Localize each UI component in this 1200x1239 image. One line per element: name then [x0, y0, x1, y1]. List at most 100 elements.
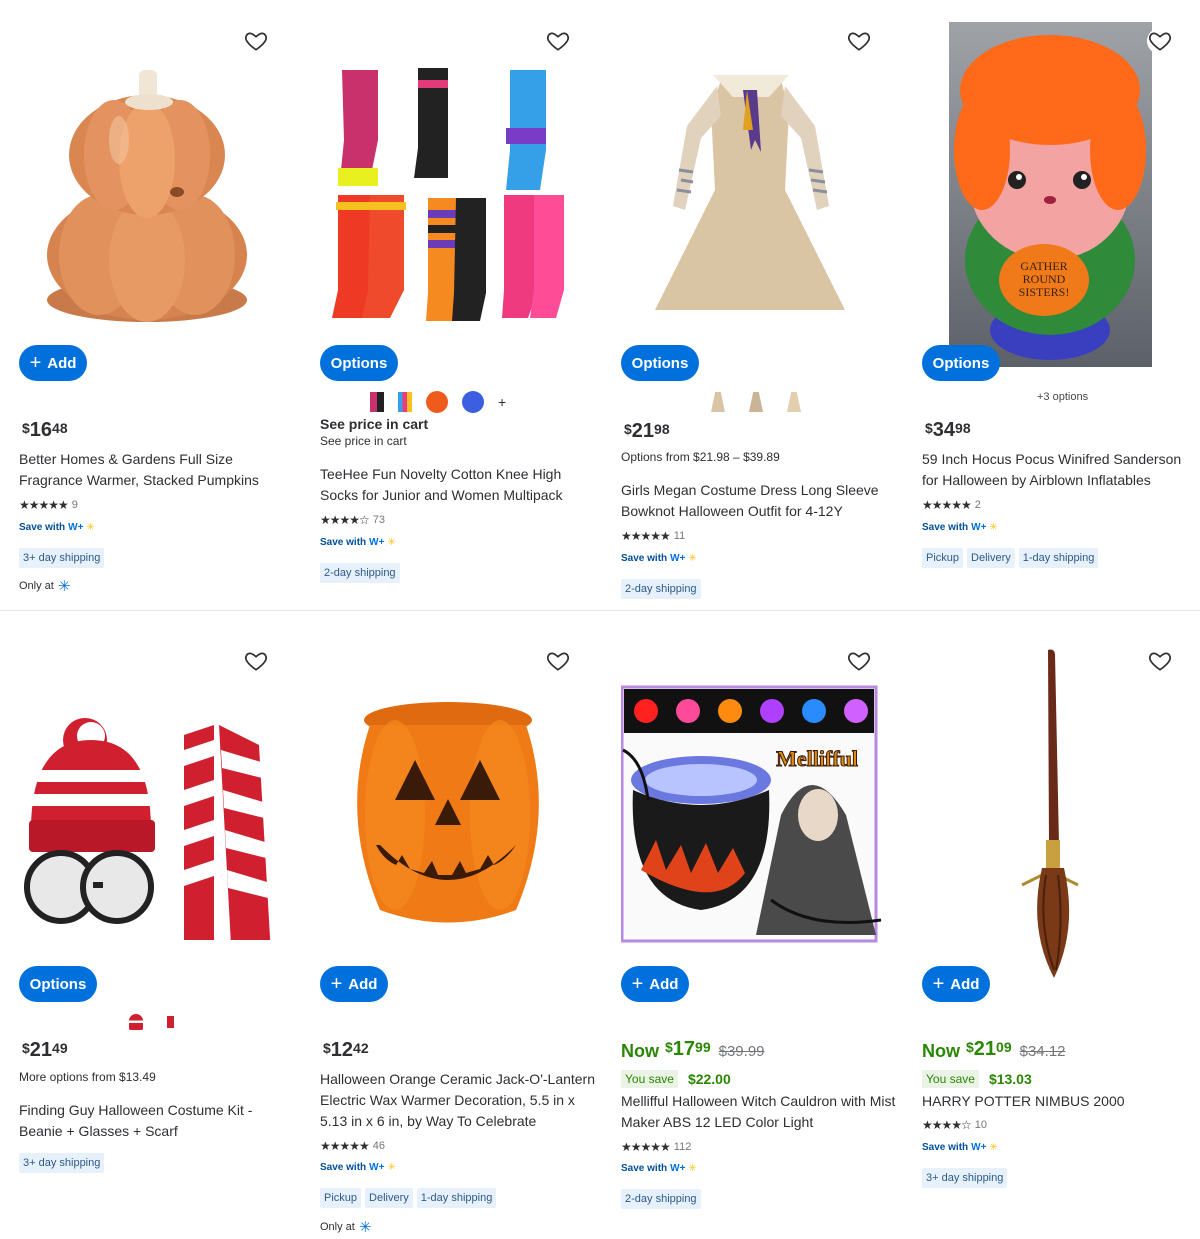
rating-stars-icon: ★★★★★ [922, 498, 972, 512]
product-rating: ★★★★★ 9 [19, 498, 78, 512]
options-button[interactable]: Options [320, 345, 398, 381]
svg-text:SISTERS!: SISTERS! [1019, 285, 1070, 299]
product-title[interactable]: 59 Inch Hocus Pocus Winifred Sanderson f… [922, 449, 1197, 491]
shipping-badge: 1-day shipping [416, 1188, 497, 1208]
rating-stars-icon: ★★★★★ [19, 498, 69, 512]
shipping-badge: 2-day shipping [621, 1189, 701, 1209]
rating-stars-icon: ★★★★☆ [320, 513, 370, 527]
swatch-dress-2[interactable] [749, 392, 763, 412]
product-card[interactable]: Mellifful + Add Now $17 99 $39.99 You save $2… [621, 640, 911, 1220]
more-options-link[interactable]: +3 options [1037, 391, 1088, 403]
swatch-dress-3[interactable] [787, 392, 801, 412]
swatch-socks-pink[interactable] [370, 392, 384, 412]
favorite-heart-icon[interactable] [545, 648, 571, 674]
swatch-kit-set[interactable] [167, 1016, 181, 1028]
product-grid: + Add $16 48 Better Homes & Gardens Full S… [0, 0, 1200, 1239]
product-rating: ★★★★☆ 10 [922, 1118, 988, 1132]
product-title[interactable]: TeeHee Fun Novelty Cotton Knee High Sock… [320, 464, 600, 506]
fulfillment-badges: Pickup Delivery 1-day shipping [320, 1188, 497, 1208]
product-card[interactable]: Options + See price in cart See price in… [320, 20, 610, 610]
save-with-walmart-plus: Save with W+ ✳ [320, 537, 396, 548]
product-price: $16 48 [22, 419, 68, 441]
product-title[interactable]: Halloween Orange Ceramic Jack-O'-Lantern… [320, 1069, 600, 1132]
product-rating: ★★★★★ 46 [320, 1139, 386, 1153]
was-price: $39.99 [718, 1043, 765, 1060]
favorite-heart-icon[interactable] [243, 648, 269, 674]
add-to-cart-button[interactable]: + Add [320, 966, 388, 1002]
options-button[interactable]: Options [621, 345, 699, 381]
spark-icon: ✳ [387, 1162, 396, 1173]
product-card[interactable]: GATHER ROUND SISTERS! Options +3 options… [922, 20, 1200, 610]
fulfillment-badges: 2-day shipping [621, 1189, 701, 1209]
delivery-badge: Delivery [967, 548, 1015, 568]
product-image[interactable] [320, 20, 610, 365]
product-image[interactable] [621, 20, 911, 365]
product-image[interactable] [320, 640, 610, 985]
product-card[interactable]: Options $21 49 More options from $13.49 F… [19, 640, 309, 1220]
product-card[interactable]: + Add Now $21 09 $34.12 You save $13.03 HARRY… [922, 640, 1200, 1220]
product-title[interactable]: Finding Guy Halloween Costume Kit - Bean… [19, 1100, 299, 1142]
row-divider [0, 610, 1200, 611]
only-at-walmart: Only at ✳ [19, 578, 71, 595]
add-to-cart-button[interactable]: + Add [922, 966, 990, 1002]
product-card[interactable]: + Add $16 48 Better Homes & Gardens Full S… [19, 20, 309, 610]
product-price: $21 49 [22, 1039, 68, 1061]
options-button[interactable]: Options [922, 345, 1000, 381]
product-image[interactable] [19, 640, 309, 985]
swatch-dress-1[interactable] [711, 392, 725, 412]
rating-stars-icon: ★★★★★ [621, 529, 671, 543]
product-image[interactable]: Mellifful [621, 640, 911, 985]
knee-socks-image [332, 68, 564, 321]
shipping-badge: 3+ day shipping [922, 1168, 1008, 1188]
product-title[interactable]: Mellifful Halloween Witch Cauldron with … [621, 1091, 901, 1133]
product-price: $34 98 [925, 419, 971, 441]
variant-swatches [711, 390, 801, 414]
you-save: You save $13.03 [922, 1070, 1032, 1088]
favorite-heart-icon[interactable] [1147, 28, 1173, 54]
product-title[interactable]: Girls Megan Costume Dress Long Sleeve Bo… [621, 480, 901, 522]
favorite-heart-icon[interactable] [243, 28, 269, 54]
product-title[interactable]: HARRY POTTER NIMBUS 2000 [922, 1091, 1200, 1112]
costume-dress-image [655, 75, 845, 310]
swatch-socks-multi[interactable] [398, 392, 412, 412]
product-image[interactable] [922, 640, 1200, 985]
swatch-kit-beanie[interactable] [129, 1014, 143, 1030]
favorite-heart-icon[interactable] [1147, 648, 1173, 674]
variant-swatches [129, 1010, 181, 1034]
spark-icon: ✳ [387, 537, 396, 548]
favorite-heart-icon[interactable] [846, 28, 872, 54]
walmart-spark-icon: ✳ [358, 1219, 372, 1236]
options-button[interactable]: Options [19, 966, 97, 1002]
fulfillment-badges: 3+ day shipping [922, 1168, 1008, 1188]
spark-icon: ✳ [989, 522, 998, 533]
add-to-cart-button[interactable]: + Add [621, 966, 689, 1002]
save-with-walmart-plus: Save with W+ ✳ [621, 553, 697, 564]
spark-icon: ✳ [86, 522, 95, 533]
product-image[interactable]: GATHER ROUND SISTERS! [922, 20, 1200, 367]
plus-icon: + [932, 973, 945, 995]
save-with-walmart-plus: Save with W+ ✳ [320, 1162, 396, 1173]
pickup-badge: Pickup [320, 1188, 362, 1208]
see-price-in-cart-sub: See price in cart [320, 434, 407, 448]
shipping-badge: 3+ day shipping [19, 1153, 105, 1173]
pickup-badge: Pickup [922, 548, 964, 568]
swatch-blue[interactable] [462, 391, 484, 413]
product-image[interactable] [19, 20, 309, 365]
spark-icon: ✳ [989, 1142, 998, 1153]
more-swatches[interactable]: + [498, 394, 506, 410]
swatch-orange[interactable] [426, 391, 448, 413]
product-price: $12 42 [323, 1039, 369, 1061]
shipping-badge: 2-day shipping [320, 563, 400, 583]
product-title[interactable]: Better Homes & Gardens Full Size Fragran… [19, 449, 299, 491]
favorite-heart-icon[interactable] [846, 648, 872, 674]
you-save: You save $22.00 [621, 1070, 731, 1088]
brand-logo-text: Mellifful [776, 746, 858, 771]
fulfillment-badges: 2-day shipping [320, 563, 400, 583]
only-at-walmart: Only at ✳ [320, 1219, 372, 1236]
walmart-spark-icon: ✳ [57, 578, 71, 595]
add-to-cart-button[interactable]: + Add [19, 345, 87, 381]
rating-stars-icon: ★★★★★ [320, 1139, 370, 1153]
product-card[interactable]: + Add $12 42 Halloween Orange Ceramic Jack… [320, 640, 610, 1236]
favorite-heart-icon[interactable] [545, 28, 571, 54]
product-card[interactable]: Options $21 98 Options from $21.98 – $39.… [621, 20, 911, 610]
